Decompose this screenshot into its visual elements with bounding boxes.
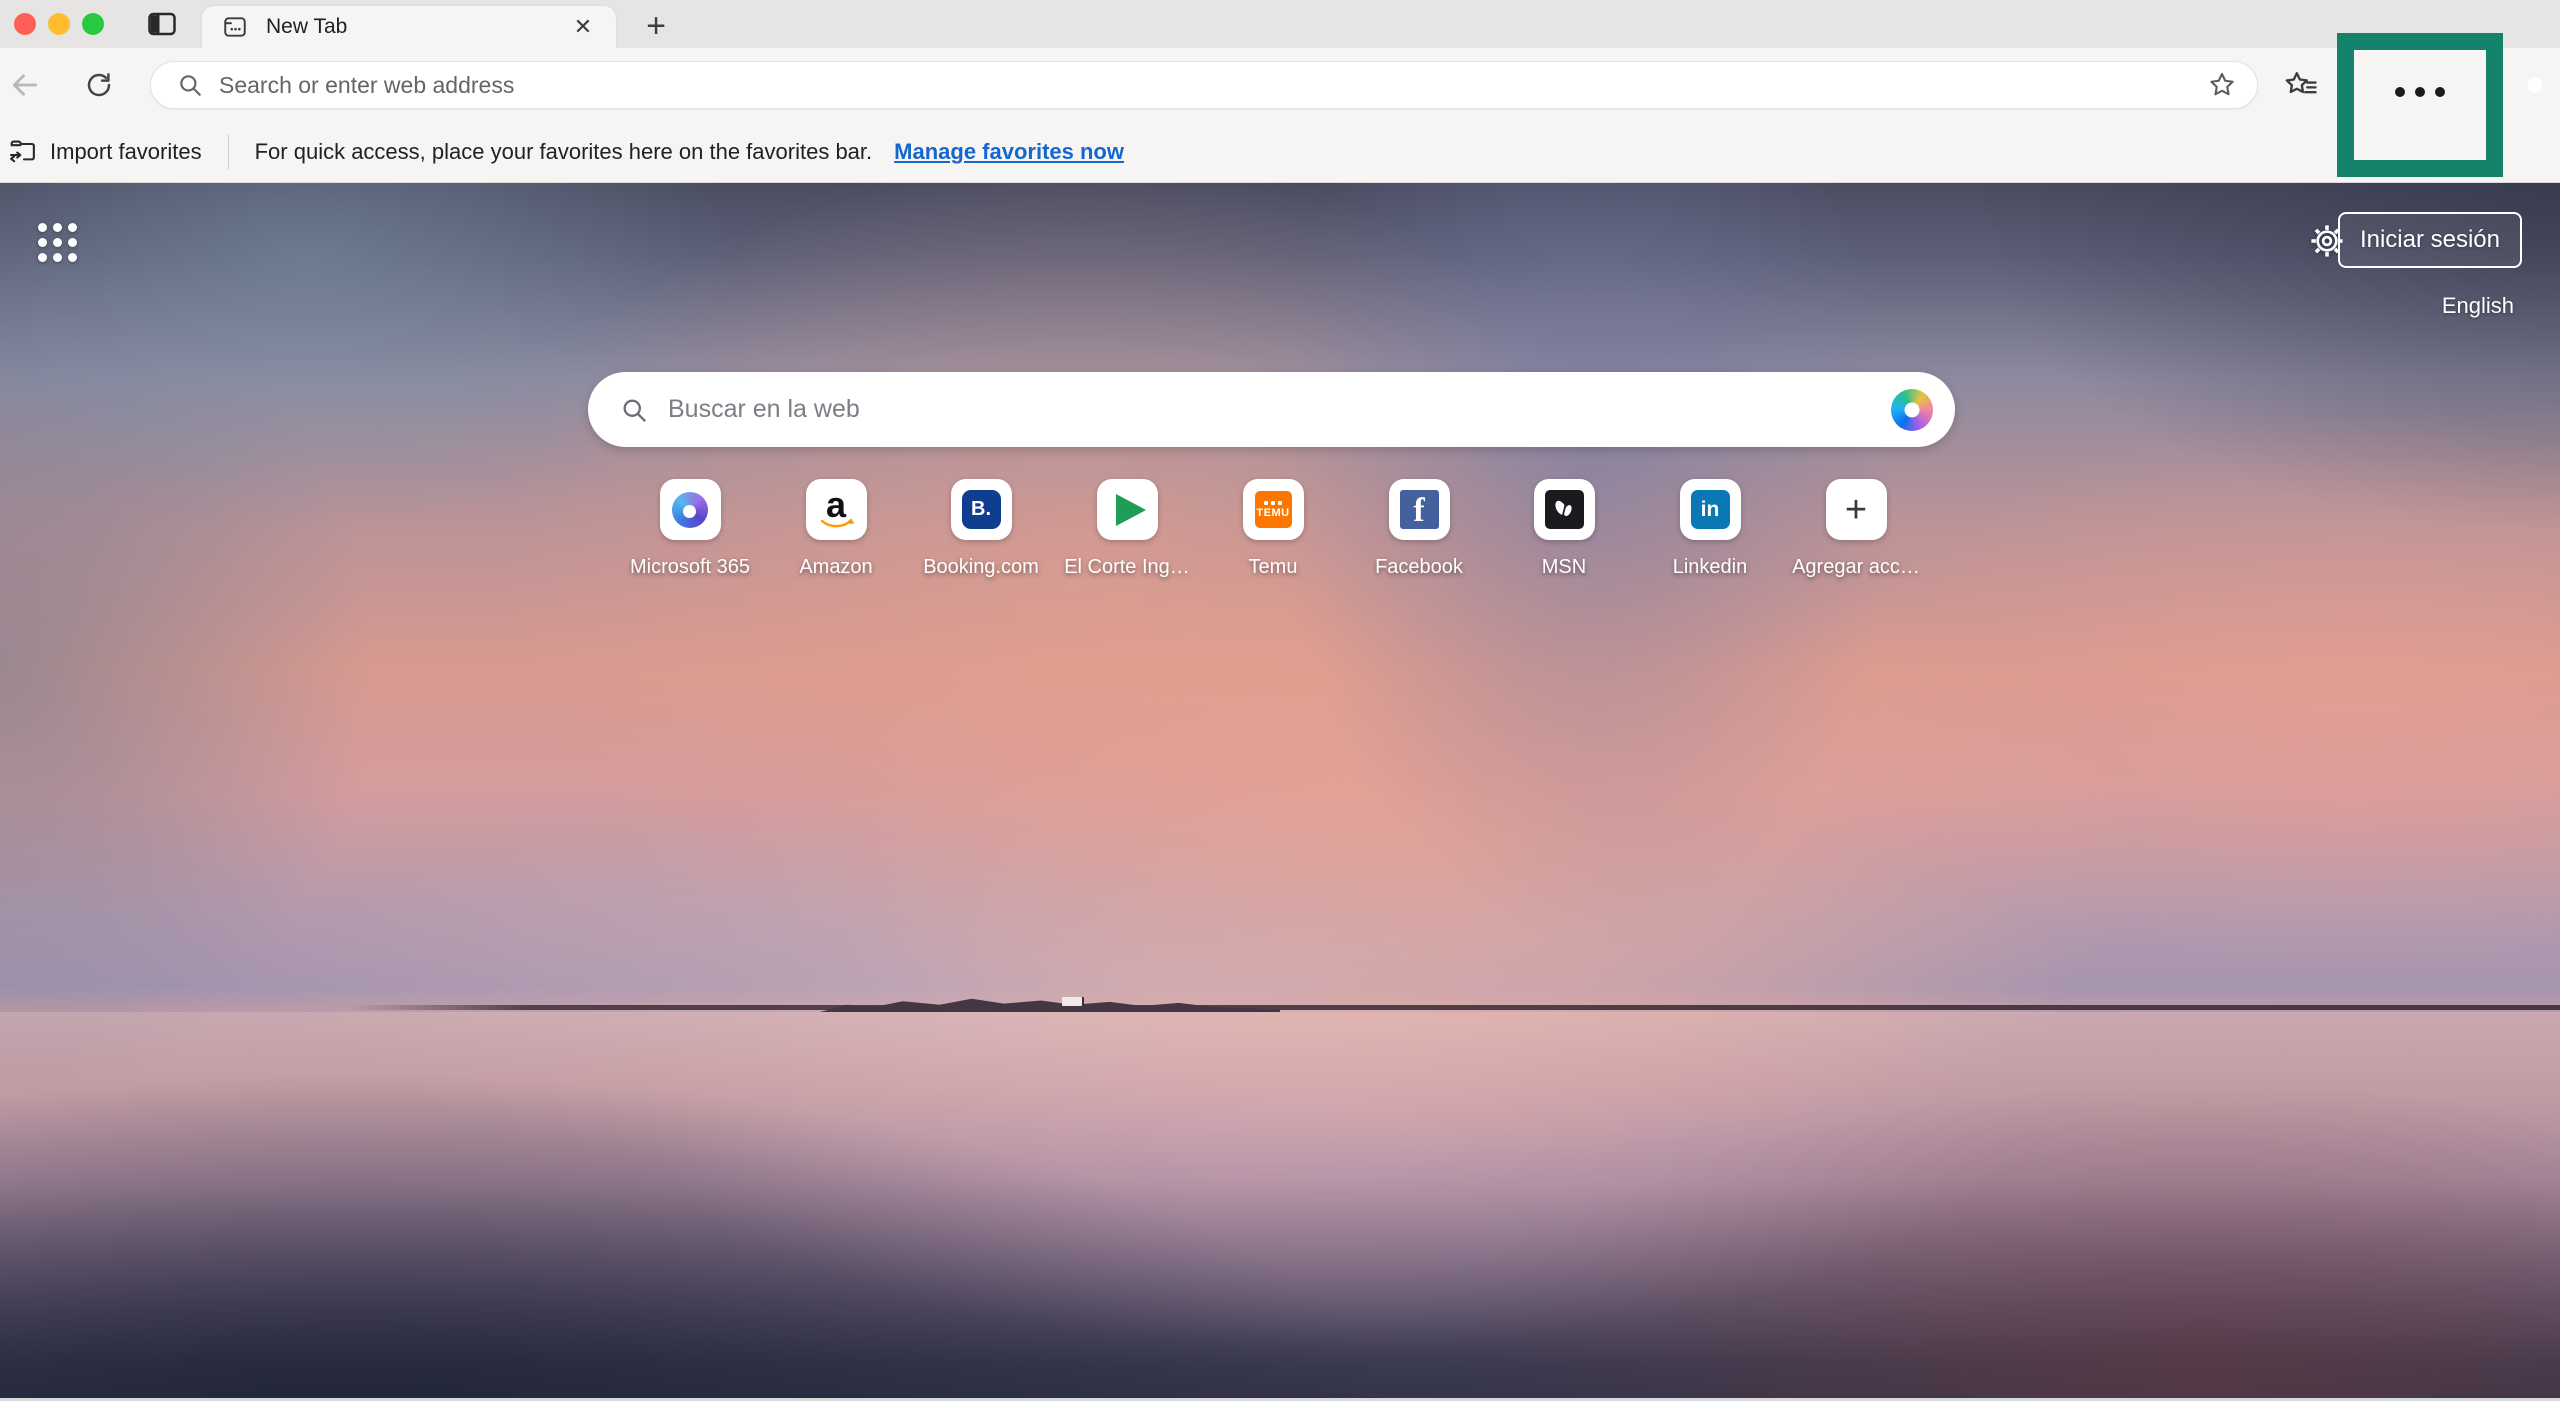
reload-icon[interactable]: [82, 68, 116, 102]
amazon-icon: a: [818, 490, 854, 530]
web-search-box[interactable]: [588, 372, 1955, 447]
copilot-icon[interactable]: [2516, 66, 2554, 104]
settings-and-more-icon[interactable]: [2390, 87, 2450, 97]
shortcut-add-site[interactable]: + Agregar acc…: [1791, 479, 1921, 579]
search-icon: [177, 72, 203, 98]
macos-minimize-button[interactable]: [48, 13, 70, 35]
shortcut-booking[interactable]: B. Booking.com: [916, 479, 1046, 579]
wallpaper-mountains: [820, 988, 1280, 1012]
favorites-list-icon[interactable]: [2282, 68, 2320, 104]
close-tab-icon[interactable]: ✕: [568, 12, 598, 42]
shortcut-label: Linkedin: [1673, 556, 1748, 579]
new-tab-button[interactable]: +: [638, 8, 674, 44]
shortcut-temu[interactable]: TEMU Temu: [1208, 479, 1338, 579]
shortcut-label: Facebook: [1375, 556, 1463, 579]
tab-bar: New Tab ✕ +: [0, 0, 2560, 48]
shortcut-amazon[interactable]: a Amazon: [771, 479, 901, 579]
favorites-hint-text: For quick access, place your favorites h…: [255, 139, 873, 165]
wallpaper-lake-reflection: [0, 1012, 2560, 1082]
shortcut-label: Agregar acc…: [1792, 556, 1920, 579]
shortcut-label: El Corte Ing…: [1064, 556, 1190, 579]
booking-icon: B.: [962, 490, 1001, 529]
macos-close-button[interactable]: [14, 13, 36, 35]
search-icon: [620, 396, 648, 424]
language-label: English: [2442, 293, 2514, 319]
shortcut-label: Temu: [1249, 556, 1298, 579]
shortcut-label: Microsoft 365: [630, 556, 750, 579]
back-icon[interactable]: [8, 68, 42, 102]
web-search-input[interactable]: [668, 395, 1891, 424]
shortcut-linkedin[interactable]: in Linkedin: [1645, 479, 1775, 579]
msn-butterfly-icon: [1545, 490, 1584, 529]
browser-window: New Tab ✕ +: [0, 0, 2560, 1401]
temu-icon: TEMU: [1255, 491, 1292, 528]
sign-in-button[interactable]: Iniciar sesión: [2338, 212, 2522, 268]
facebook-icon: f: [1400, 490, 1439, 529]
shortcut-facebook[interactable]: f Facebook: [1354, 479, 1484, 579]
tab-title: New Tab: [266, 15, 568, 39]
tab-new-tab[interactable]: New Tab ✕: [202, 6, 616, 48]
shortcut-microsoft-365[interactable]: Microsoft 365: [625, 479, 755, 579]
wallpaper-horizon: [350, 1005, 2560, 1010]
microsoft365-icon: [672, 492, 708, 528]
add-favorite-star-icon[interactable]: [2205, 68, 2239, 102]
navigation-toolbar: [0, 48, 2560, 122]
plus-icon: +: [1845, 491, 1867, 529]
annotation-highlight-box: [2337, 33, 2503, 177]
copilot-icon[interactable]: [1891, 389, 1933, 431]
favorites-bar: Import favorites For quick access, place…: [0, 122, 2560, 183]
address-input[interactable]: [219, 72, 2205, 99]
shortcut-el-corte-ingles[interactable]: El Corte Ing…: [1062, 479, 1192, 579]
shortcut-msn[interactable]: MSN: [1499, 479, 1629, 579]
shortcut-label: Amazon: [799, 556, 872, 579]
shortcut-label: Booking.com: [923, 556, 1039, 579]
manage-favorites-link[interactable]: Manage favorites now: [894, 139, 1124, 165]
app-launcher-icon[interactable]: [38, 221, 80, 263]
macos-zoom-button[interactable]: [82, 13, 104, 35]
linkedin-icon: in: [1691, 490, 1730, 529]
el-corte-ingles-icon: [1116, 494, 1146, 526]
import-favorites-label: Import favorites: [50, 139, 202, 165]
new-tab-page: Iniciar sesión English Microsoft 365 a: [0, 183, 2560, 1401]
tab-activity-icon[interactable]: [146, 9, 178, 39]
wallpaper-building: [1062, 997, 1082, 1006]
address-bar[interactable]: [150, 61, 2258, 109]
divider: [228, 134, 229, 170]
import-favorites-button[interactable]: Import favorites: [8, 137, 202, 167]
shortcut-label: MSN: [1542, 556, 1586, 579]
new-tab-page-icon: [222, 14, 248, 40]
import-folder-icon: [8, 137, 40, 167]
